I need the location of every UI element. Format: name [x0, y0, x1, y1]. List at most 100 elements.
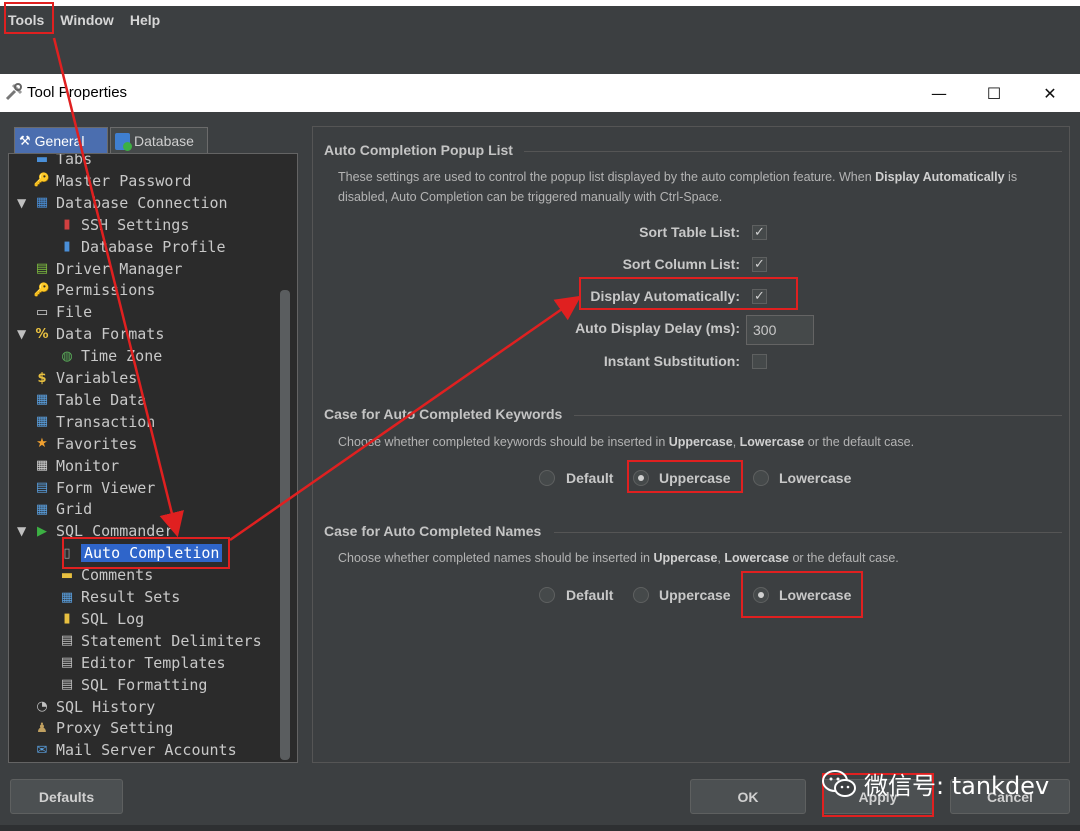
tree-item-label: Time Zone	[81, 347, 163, 366]
names-uppercase-radio[interactable]	[633, 587, 649, 603]
key-icon: 🔑	[33, 173, 51, 189]
proxy-icon: ♟	[36, 720, 48, 736]
globe-icon: ◍	[61, 348, 73, 364]
names-section-title: Case for Auto Completed Names	[324, 523, 542, 539]
percent-icon: %	[35, 326, 49, 342]
defaults-button[interactable]: Defaults	[10, 779, 123, 814]
tab-database-label: Database	[134, 133, 194, 149]
tree-item-variables[interactable]: $ Variables	[33, 367, 137, 389]
names-description: Choose whether completed names should be…	[338, 551, 899, 565]
tools-icon	[5, 83, 23, 101]
tree-item-label: Form Viewer	[56, 478, 156, 497]
keywords-description: Choose whether completed keywords should…	[338, 435, 915, 449]
tree-scrollbar[interactable]	[280, 290, 290, 760]
tree-item-permissions[interactable]: 🔑 Permissions	[33, 279, 155, 301]
tools-icon: ⚒	[19, 133, 31, 148]
maximize-icon: ☐	[986, 83, 1002, 103]
tree-expander-icon[interactable]: ▼	[17, 327, 26, 341]
tab-general-label: General	[34, 133, 85, 149]
menu-help[interactable]: Help	[122, 6, 168, 34]
keywords-default-radio[interactable]	[539, 470, 555, 486]
tree-item-time-zone[interactable]: ◍ Time Zone	[58, 345, 162, 367]
annotation-box-tools	[4, 2, 54, 34]
tree-item-label: Database Connection	[56, 193, 228, 212]
tree-item-mail-server-accounts[interactable]: ✉ Mail Server Accounts	[33, 739, 237, 761]
tree-item-proxy-setting[interactable]: ♟ Proxy Setting	[33, 717, 173, 739]
history-icon: ◔	[36, 699, 48, 714]
tab-general[interactable]: ⚒ General	[14, 127, 108, 154]
tree-item-label: Table Data	[56, 390, 147, 409]
tree-expander-icon[interactable]: ▼	[17, 196, 26, 210]
minimize-button[interactable]: —	[916, 80, 962, 106]
tree-item-database-profile[interactable]: ▮ Database Profile	[58, 236, 225, 258]
ssh-icon: ▮	[63, 217, 71, 233]
tree-item-label: Editor Templates	[81, 653, 226, 672]
tree-item-statement-delimiters[interactable]: ▤ Statement Delimiters	[58, 630, 262, 652]
sort-column-label: Sort Column List:	[622, 256, 740, 272]
check-icon: ✓	[754, 257, 765, 272]
tree-item-monitor[interactable]: ▦ Monitor	[33, 455, 119, 477]
tree-item-ssh-settings[interactable]: ▮ SSH Settings	[58, 214, 189, 236]
tree-item-editor-templates[interactable]: ▤ Editor Templates	[58, 652, 226, 674]
wechat-icon	[822, 769, 856, 797]
tree-item-data-formats[interactable]: % Data Formats	[33, 323, 164, 345]
tree-item-grid[interactable]: ▦ Grid	[33, 498, 92, 520]
file-icon: ▭	[35, 304, 49, 320]
watermark: 微信号: tankdev	[822, 766, 1049, 801]
profile-icon: ▮	[63, 239, 71, 255]
tree-item-label: Statement Delimiters	[81, 631, 262, 650]
tree-item-label: Permissions	[56, 281, 156, 300]
tree-item-sql-log[interactable]: ▮ SQL Log	[58, 608, 144, 630]
annotation-box-names-lowercase	[741, 571, 863, 618]
keywords-default-label: Default	[566, 470, 614, 486]
result-sets-icon: ▦	[60, 589, 74, 605]
templates-icon: ▤	[60, 655, 74, 671]
tree-item-driver-manager[interactable]: ▤ Driver Manager	[33, 258, 183, 280]
tree-item-master-password[interactable]: 🔑 Master Password	[33, 170, 192, 192]
keywords-lowercase-radio[interactable]	[753, 470, 769, 486]
tree-item-file[interactable]: ▭ File	[33, 301, 92, 323]
settings-tree[interactable]: ▬ Tabs 🔑 Master Password ▼ ▦ Database Connecti…	[8, 153, 298, 763]
popup-section-title: Auto Completion Popup List	[324, 142, 513, 158]
log-icon: ▮	[63, 611, 71, 627]
database-check-icon	[115, 132, 132, 151]
tree-expander-icon[interactable]: ▼	[17, 524, 26, 538]
menubar: Tools Window Help	[0, 6, 1080, 34]
tree-item-result-sets[interactable]: ▦ Result Sets	[58, 586, 181, 608]
delay-input[interactable]: 300	[746, 315, 814, 345]
tree-item-label: Proxy Setting	[56, 719, 174, 738]
tree-item-tabs[interactable]: ▬ Tabs	[33, 153, 93, 170]
tree-item-sql-formatting[interactable]: ▤ SQL Formatting	[58, 674, 208, 696]
monitor-icon: ▦	[35, 458, 49, 474]
sort-column-checkbox[interactable]: ✓	[752, 257, 767, 272]
tree-item-label: Tabs	[56, 153, 93, 168]
tree-item-favorites[interactable]: ★ Favorites	[33, 433, 137, 455]
instant-sub-checkbox[interactable]	[752, 354, 767, 369]
tree-item-form-viewer[interactable]: ▤ Form Viewer	[33, 477, 156, 499]
maximize-button[interactable]: ☐	[971, 80, 1017, 106]
sort-table-label: Sort Table List:	[639, 224, 740, 240]
database-connection-icon: ▦	[35, 195, 49, 211]
names-default-radio[interactable]	[539, 587, 555, 603]
tree-item-sql-history[interactable]: ◔ SQL History	[33, 696, 155, 718]
tree-item-transaction[interactable]: ▦ Transaction	[33, 411, 156, 433]
tree-item-label: File	[56, 303, 93, 322]
tab-database[interactable]: Database	[110, 127, 208, 154]
menu-window[interactable]: Window	[52, 6, 122, 34]
close-button[interactable]: ✕	[1027, 80, 1073, 106]
close-icon: ✕	[1043, 83, 1057, 103]
tree-item-table-data[interactable]: ▦ Table Data	[33, 389, 146, 411]
tree-item-label: Master Password	[56, 171, 192, 190]
tree-item-label: Transaction	[56, 412, 156, 431]
keywords-lowercase-label: Lowercase	[779, 470, 852, 486]
annotation-box-display-automatically	[579, 277, 798, 310]
tree-item-label: Variables	[56, 369, 138, 387]
table-icon: ▦	[35, 392, 49, 408]
star-icon: ★	[36, 436, 48, 452]
ok-button[interactable]: OK	[690, 779, 806, 814]
tree-item-database-connection[interactable]: ▦ Database Connection	[33, 192, 228, 214]
grid-icon: ▦	[35, 501, 49, 517]
sort-table-checkbox[interactable]: ✓	[752, 225, 767, 240]
tree-item-label: Data Formats	[56, 325, 165, 344]
minimize-icon: —	[931, 83, 947, 103]
